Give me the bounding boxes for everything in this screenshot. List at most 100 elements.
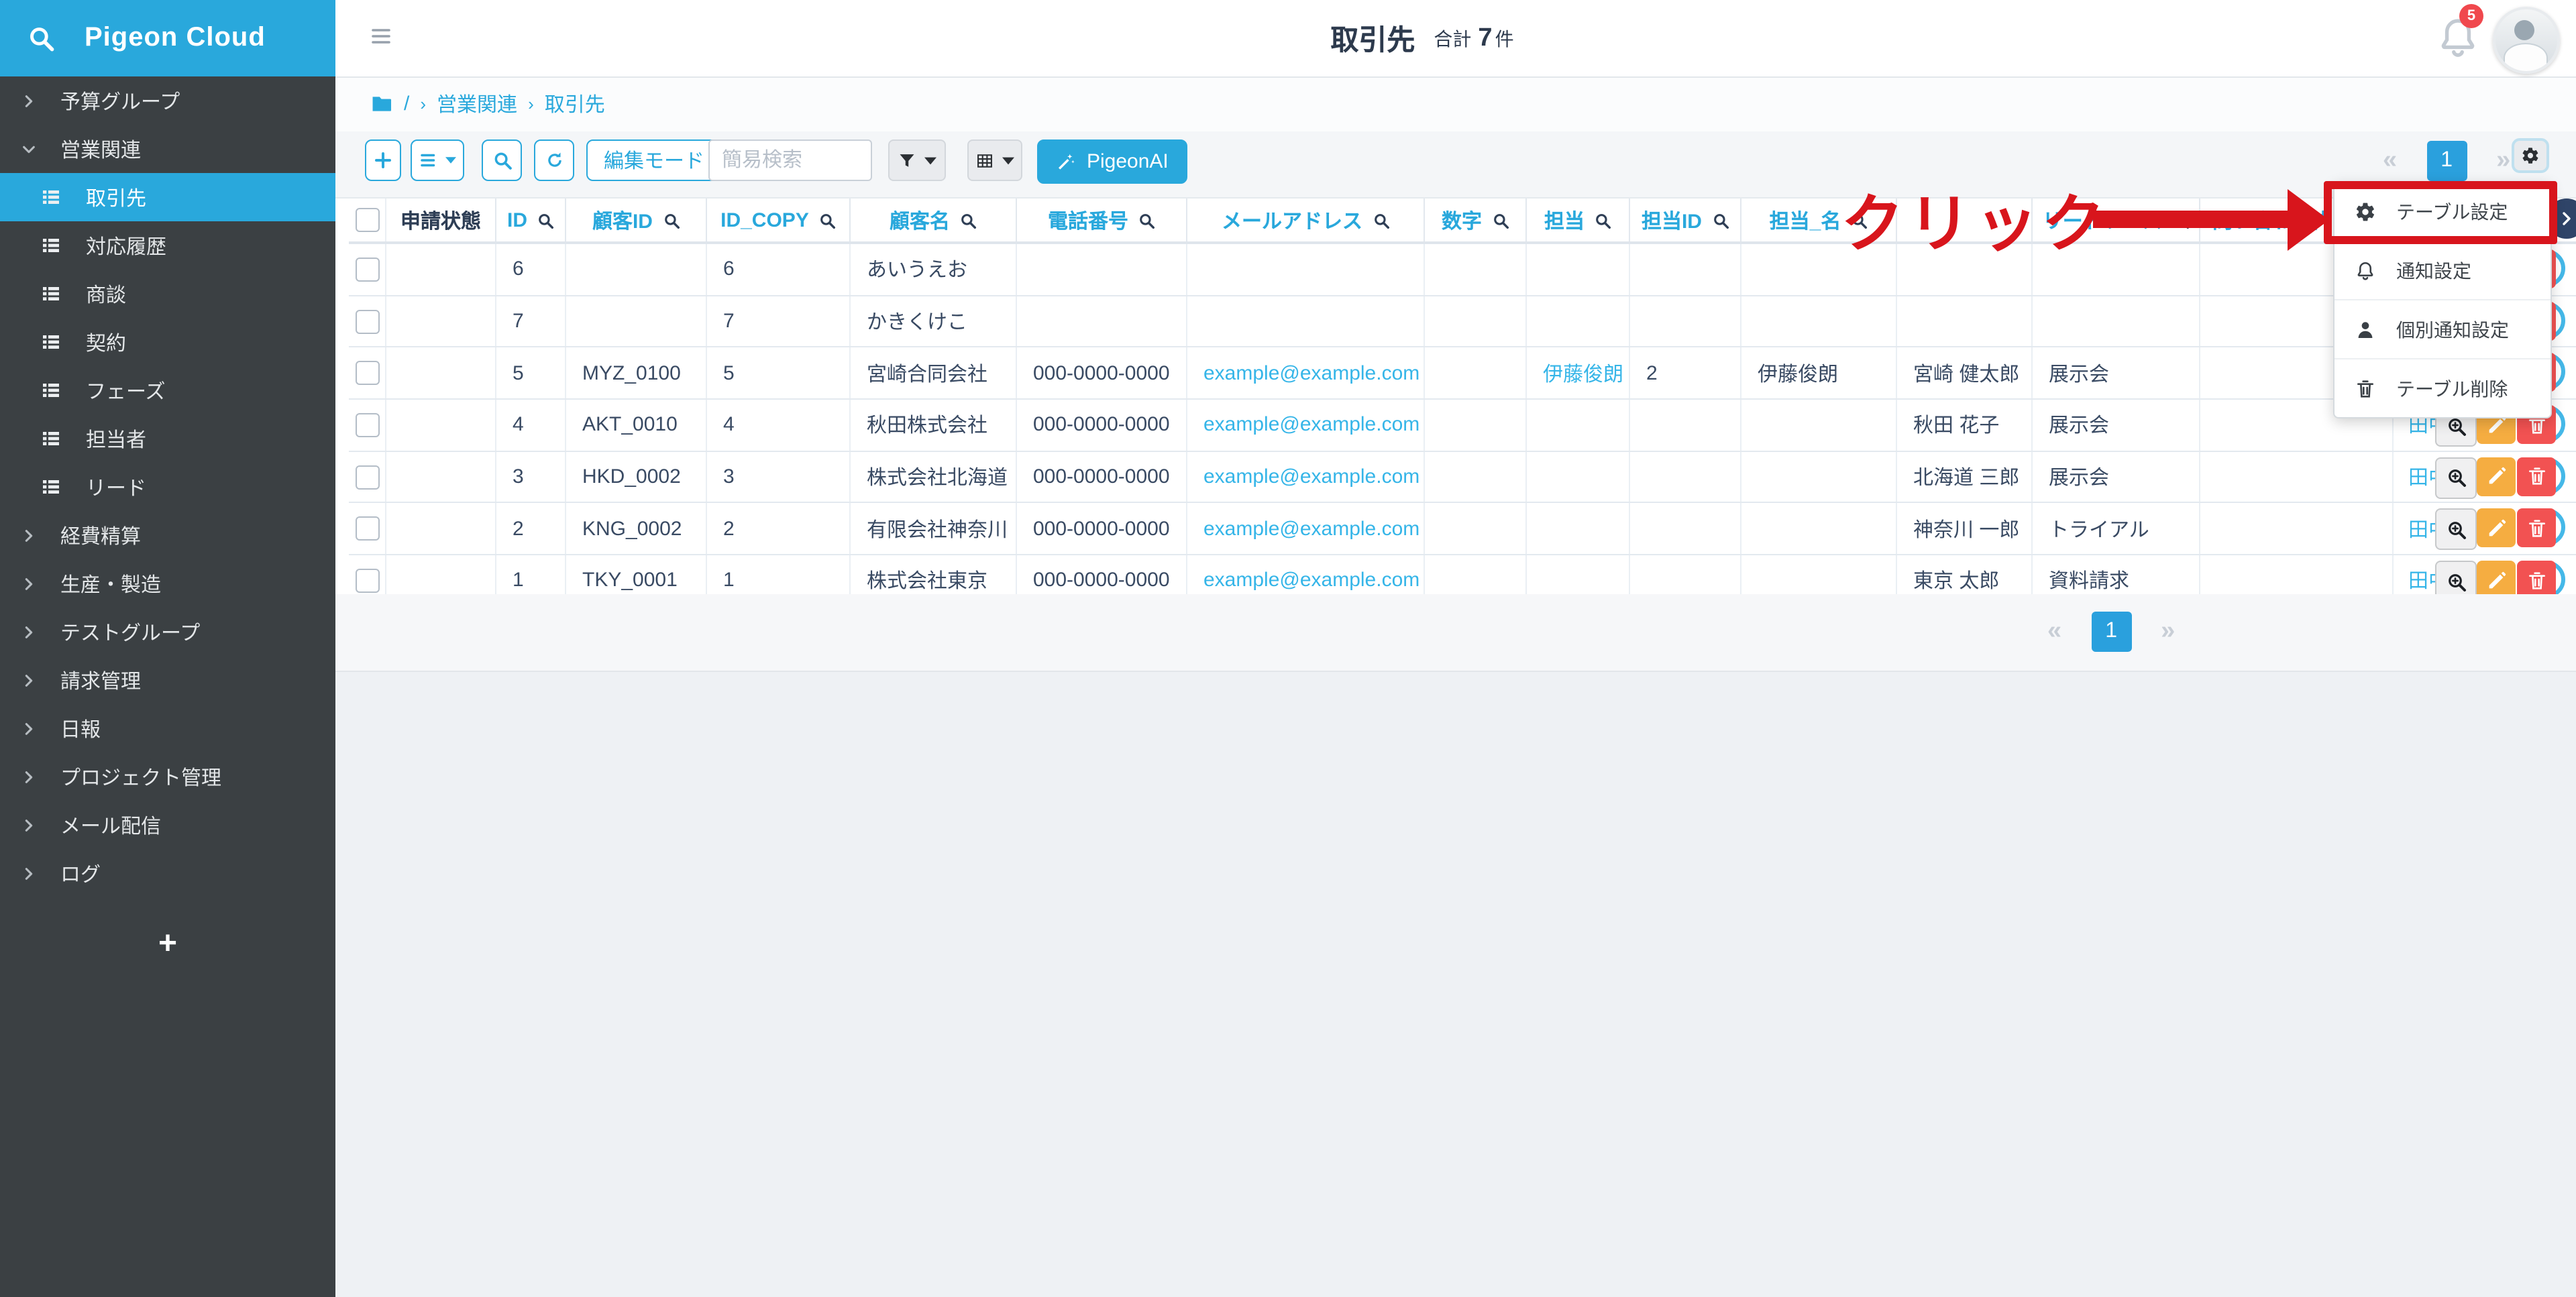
cell-value[interactable]: example@example.com — [1203, 465, 1419, 488]
row-checkbox[interactable] — [355, 465, 379, 489]
row-checkbox[interactable] — [355, 258, 379, 282]
list-view-button[interactable] — [411, 139, 464, 181]
breadcrumb-group[interactable]: 営業関連 — [437, 90, 517, 118]
breadcrumb-current[interactable]: 取引先 — [545, 90, 605, 118]
cell-id_copy: 4 — [707, 400, 851, 450]
cell-value: 000-0000-0000 — [1033, 569, 1170, 592]
sidebar-group-経費精算[interactable]: 経費精算 — [0, 511, 335, 559]
column-header-number[interactable]: 数字 — [1425, 199, 1527, 241]
row-checkbox[interactable] — [355, 517, 379, 541]
column-search-icon[interactable] — [818, 211, 836, 229]
user-avatar[interactable] — [2493, 7, 2560, 74]
cell-value: 3 — [513, 465, 524, 488]
cell-manager_id: 2 — [1630, 348, 1741, 398]
row-checkbox[interactable] — [355, 413, 379, 437]
filter-button[interactable] — [888, 139, 946, 181]
pagination-next[interactable]: » — [2496, 146, 2510, 176]
sidebar-group-請求管理[interactable]: 請求管理 — [0, 656, 335, 704]
refresh-button[interactable] — [534, 139, 574, 181]
column-header-id[interactable]: ID — [496, 199, 566, 241]
cell-value: KNG_0002 — [582, 518, 682, 541]
sidebar-item-取引先[interactable]: 取引先 — [0, 173, 335, 221]
select-all-checkbox[interactable] — [355, 208, 379, 232]
row-edit-button[interactable] — [2477, 509, 2516, 548]
cell-value: MYZ_0100 — [582, 361, 681, 384]
pagination-prev[interactable]: « — [2383, 146, 2397, 176]
cell-number — [1425, 348, 1527, 398]
sidebar-item-商談[interactable]: 商談 — [0, 270, 335, 318]
row-edit-button[interactable] — [2477, 457, 2516, 496]
column-header-email[interactable]: メールアドレス — [1187, 199, 1425, 241]
sidebar-group-日報[interactable]: 日報 — [0, 704, 335, 752]
toolbar: 編集モード PigeonAI « 1 » — [335, 131, 2576, 197]
pigeon-ai-button[interactable]: PigeonAI — [1037, 139, 1187, 184]
pagination-page-1[interactable]: 1 — [2091, 612, 2131, 652]
sidebar-item-対応履歴[interactable]: 対応履歴 — [0, 221, 335, 270]
cell-value[interactable]: example@example.com — [1203, 414, 1419, 437]
pagination-next[interactable]: » — [2161, 617, 2175, 646]
column-search-icon[interactable] — [1138, 211, 1155, 229]
column-search-icon[interactable] — [959, 211, 977, 229]
sidebar-group-テストグループ[interactable]: テストグループ — [0, 608, 335, 656]
cell-value: 展示会 — [2049, 359, 2109, 387]
column-search-icon[interactable] — [1711, 211, 1729, 229]
column-search-icon[interactable] — [1372, 211, 1389, 229]
sidebar-group-ログ[interactable]: ログ — [0, 849, 335, 897]
sidebar-group-営業関連[interactable]: 営業関連 — [0, 125, 335, 173]
column-search-icon[interactable] — [537, 211, 554, 229]
hamburger-menu-icon[interactable] — [369, 24, 393, 48]
row-detail-button[interactable] — [2435, 457, 2477, 499]
column-header-status[interactable]: 申請状態 — [386, 199, 496, 241]
chevron-right-icon — [21, 866, 36, 881]
sidebar-group-プロジェクト管理[interactable]: プロジェクト管理 — [0, 752, 335, 801]
column-search-icon[interactable] — [662, 211, 680, 229]
pagination-page-1[interactable]: 1 — [2426, 141, 2467, 181]
row-select-cell — [349, 348, 386, 398]
edit-mode-button[interactable]: 編集モード — [586, 139, 722, 181]
sidebar-item-契約[interactable]: 契約 — [0, 318, 335, 366]
cell-value[interactable]: example@example.com — [1203, 361, 1419, 384]
add-record-button[interactable] — [365, 139, 401, 181]
row-actions: 田中 — [2394, 504, 2576, 554]
search-button[interactable] — [482, 139, 522, 181]
menu-item-テーブル削除[interactable]: テーブル削除 — [2334, 359, 2551, 417]
column-header-customer_id[interactable]: 顧客ID — [566, 199, 707, 241]
row-checkbox[interactable] — [355, 361, 379, 385]
quick-search-input[interactable] — [708, 139, 872, 181]
pagination-prev[interactable]: « — [2047, 617, 2061, 646]
sidebar-item-フェーズ[interactable]: フェーズ — [0, 366, 335, 414]
search-icon[interactable] — [27, 24, 55, 52]
sidebar-item-担当者[interactable]: 担当者 — [0, 414, 335, 463]
menu-item-個別通知設定[interactable]: 個別通知設定 — [2334, 300, 2551, 359]
row-checkbox[interactable] — [355, 309, 379, 333]
row-delete-button[interactable] — [2517, 457, 2556, 496]
sidebar-item-リード[interactable]: リード — [0, 463, 335, 511]
cell-value[interactable]: 伊藤俊朗 — [1543, 359, 1623, 387]
sidebar-group-メール配信[interactable]: メール配信 — [0, 801, 335, 849]
column-header-manager[interactable]: 担当 — [1527, 199, 1630, 241]
app-logo[interactable]: Pigeon Cloud — [0, 0, 335, 76]
column-search-icon[interactable] — [1594, 211, 1611, 229]
row-detail-button[interactable] — [2435, 509, 2477, 551]
row-delete-button[interactable] — [2517, 509, 2556, 548]
breadcrumb-root[interactable]: / — [404, 93, 409, 115]
column-header-phone[interactable]: 電話番号 — [1017, 199, 1187, 241]
sidebar-group-生産・製造[interactable]: 生産・製造 — [0, 559, 335, 608]
cell-rep_name: 北海道 三郎 — [1897, 452, 2033, 502]
cell-value[interactable]: example@example.com — [1203, 569, 1419, 592]
cell-value[interactable]: example@example.com — [1203, 518, 1419, 541]
total-count: 7 — [1478, 23, 1492, 53]
column-settings-button[interactable] — [967, 139, 1022, 181]
cell-inquiry — [2200, 452, 2394, 502]
table-settings-gear-button[interactable] — [2512, 138, 2549, 173]
cell-customer_name: 株式会社北海道 — [851, 452, 1017, 502]
column-search-icon[interactable] — [1491, 211, 1509, 229]
cell-value: 株式会社北海道 — [867, 463, 1008, 491]
sidebar-group-予算グループ[interactable]: 予算グループ — [0, 76, 335, 125]
column-header-id_copy[interactable]: ID_COPY — [707, 199, 851, 241]
column-header-manager_id[interactable]: 担当ID — [1630, 199, 1741, 241]
column-header-customer_name[interactable]: 顧客名 — [851, 199, 1017, 241]
row-checkbox[interactable] — [355, 569, 379, 593]
menu-item-通知設定[interactable]: 通知設定 — [2334, 241, 2551, 300]
sidebar-add-button[interactable]: + — [0, 925, 335, 963]
